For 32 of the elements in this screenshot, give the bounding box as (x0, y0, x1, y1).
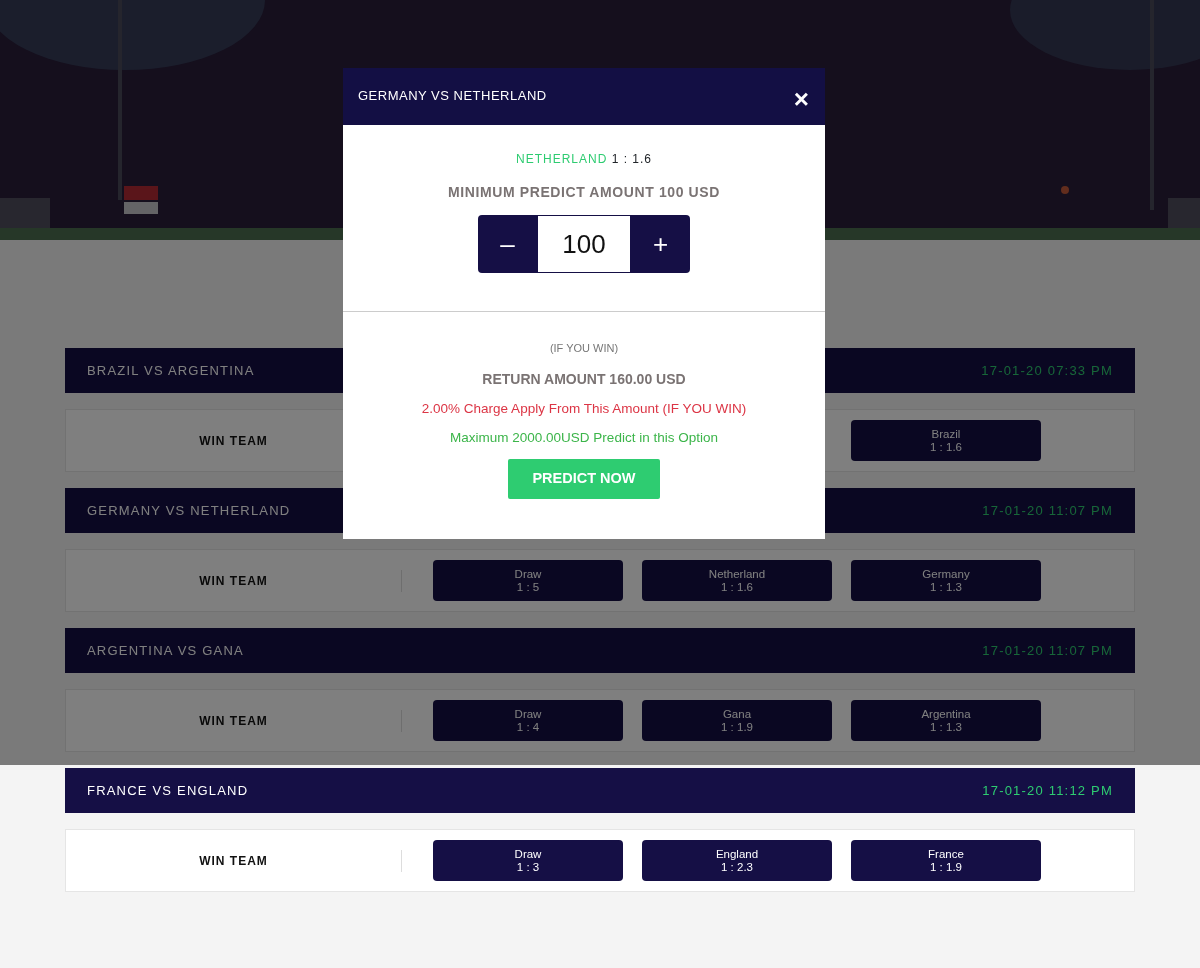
match-title: BRAZIL VS ARGENTINA (87, 361, 255, 380)
odds-button[interactable]: Netherland 1 : 1.6 (642, 560, 832, 601)
selected-odds: NETHERLAND 1 : 1.6 (514, 151, 654, 168)
minimum-amount-text: MINIMUM PREDICT AMOUNT 100 USD (447, 183, 721, 202)
increase-button[interactable]: + (631, 215, 690, 273)
modal-title: GERMANY VS NETHERLAND (358, 87, 547, 105)
match-title: GERMANY VS NETHERLAND (87, 501, 291, 520)
amount-field[interactable]: 100 (537, 215, 631, 273)
match-datetime: 17-01-20 11:12 PM (982, 781, 1113, 800)
match-title: FRANCE VS ENGLAND (87, 781, 249, 800)
match-datetime: 17-01-20 11:07 PM (982, 501, 1113, 520)
win-condition-text: (IF YOU WIN) (548, 341, 620, 356)
odds-button[interactable]: Draw 1 : 4 (433, 700, 623, 741)
match-title: ARGENTINA VS GANA (87, 641, 244, 660)
market-label: WIN TEAM (66, 849, 402, 872)
odds-button[interactable]: Gana 1 : 1.9 (642, 700, 832, 741)
return-amount-text: RETURN AMOUNT 160.00 USD (481, 369, 687, 389)
match-datetime: 17-01-20 11:07 PM (982, 641, 1113, 660)
odds-button[interactable]: Argentina 1 : 1.3 (851, 700, 1041, 741)
odds-button[interactable]: England 1 : 2.3 (642, 840, 832, 881)
charge-note: 2.00% Charge Apply From This Amount (IF YOU WIN) (420, 399, 748, 418)
market-label: WIN TEAM (66, 709, 402, 732)
match-datetime: 17-01-20 07:33 PM (981, 361, 1113, 380)
odds-button[interactable]: France 1 : 1.9 (851, 840, 1041, 881)
odds-button[interactable]: Draw 1 : 5 (433, 560, 623, 601)
close-button[interactable]: × (789, 86, 813, 112)
odds-button[interactable]: Brazil 1 : 1.6 (851, 420, 1041, 461)
odds-button[interactable]: Germany 1 : 1.3 (851, 560, 1041, 601)
odds-button[interactable]: Draw 1 : 3 (433, 840, 623, 881)
maximum-note: Maximum 2000.00USD Predict in this Option (449, 428, 719, 447)
decrease-button[interactable]: – (478, 215, 537, 273)
market-label: WIN TEAM (66, 569, 402, 592)
